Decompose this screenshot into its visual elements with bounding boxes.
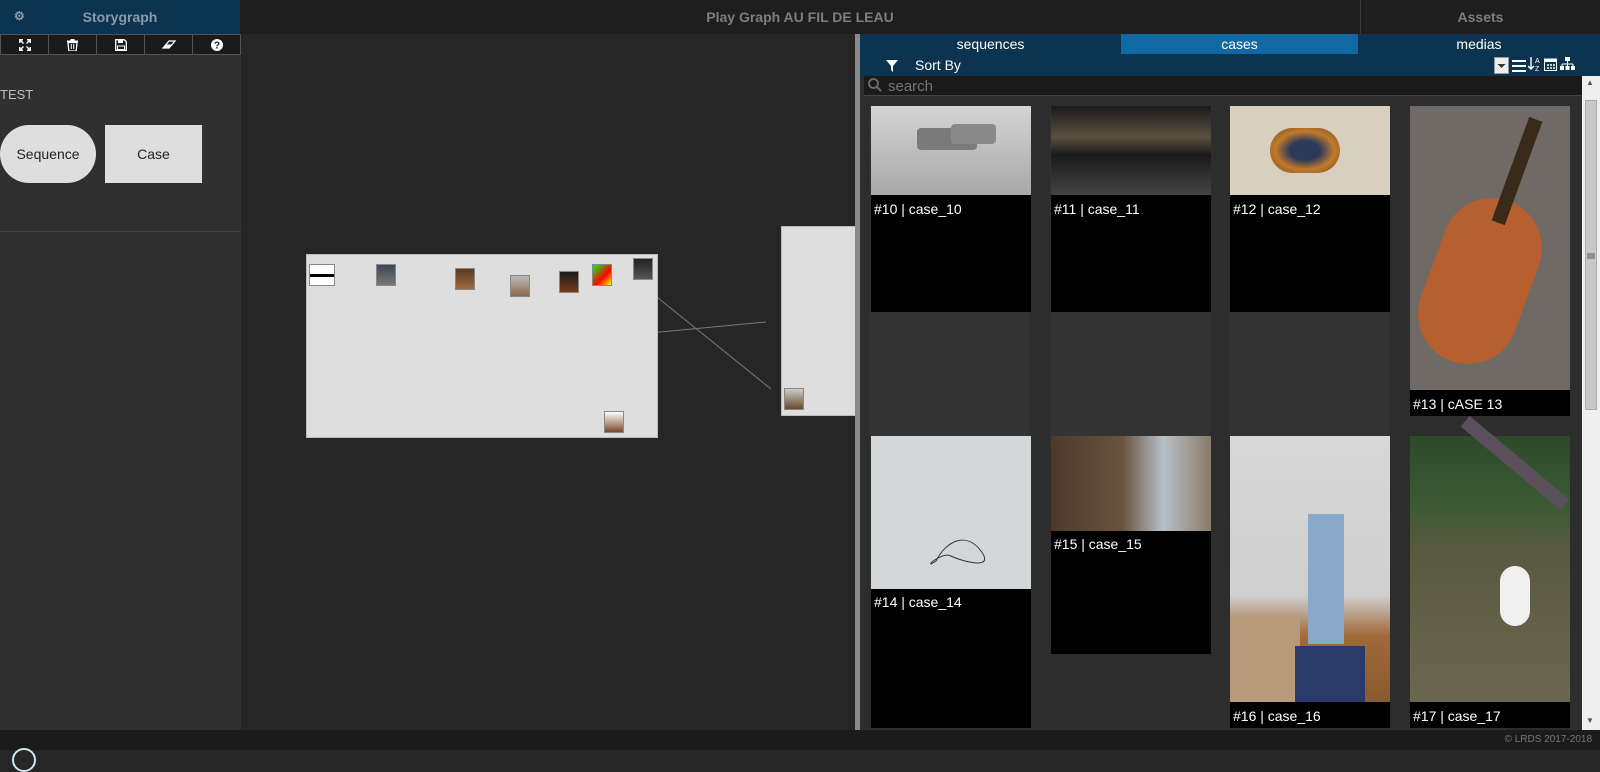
node-thumbnail[interactable]	[455, 268, 475, 290]
storygraph-header: ⚙ Storygraph	[0, 0, 240, 34]
graph-title: Play Graph AU FIL DE LEAU	[706, 9, 894, 25]
node-thumbnail[interactable]	[376, 264, 396, 286]
tab-cases[interactable]: cases	[1121, 34, 1358, 54]
assets-scrollbar[interactable]: ▲ ▼	[1582, 76, 1600, 730]
node-thumbnail[interactable]	[559, 271, 579, 293]
node-thumbnail[interactable]	[604, 411, 624, 433]
case-label: #15 | case_15	[1054, 536, 1142, 552]
footer-logo	[12, 748, 36, 772]
case-label: #13 | cASE 13	[1413, 396, 1503, 412]
node-thumbnail[interactable]	[592, 264, 612, 286]
case-card[interactable]: #17 | case_17	[1410, 415, 1570, 728]
case-thumbnail	[1230, 106, 1390, 195]
assets-panel: sequences cases medias Sort By AZ search…	[860, 34, 1600, 730]
case-thumbnail	[1051, 106, 1211, 195]
sort-by-label: Sort By	[915, 57, 961, 73]
sequence-node[interactable]	[781, 226, 855, 416]
sort-alpha-icon[interactable]: AZ	[1527, 57, 1542, 75]
eraser-icon[interactable]	[145, 34, 193, 55]
top-bar: ⚙ Storygraph Play Graph AU FIL DE LEAU A…	[0, 0, 1600, 34]
graph-name-label: TEST	[0, 87, 34, 102]
case-label: #17 | case_17	[1413, 708, 1501, 724]
footer: © LRDS 2017-2018	[0, 730, 1600, 772]
scroll-up-icon[interactable]: ▲	[1586, 78, 1594, 87]
case-node-button[interactable]: Case	[105, 125, 202, 183]
case-card[interactable]: #12 | case_12	[1230, 106, 1390, 312]
case-label: #12 | case_12	[1233, 201, 1321, 217]
case-label: #11 | case_11	[1054, 201, 1140, 217]
chevron-down-icon	[1497, 64, 1506, 68]
node-thumbnail[interactable]	[309, 264, 335, 286]
trash-icon[interactable]	[49, 34, 97, 55]
sort-bar: Sort By AZ	[860, 54, 1600, 76]
search-input[interactable]	[888, 76, 1578, 96]
node-thumbnail[interactable]	[633, 258, 653, 280]
assets-title: Assets	[1360, 0, 1600, 34]
node-thumbnail[interactable]	[510, 275, 530, 297]
storygraph-toolbar: ?	[0, 34, 241, 55]
storygraph-panel: TEST Sequence Case	[0, 55, 241, 730]
scroll-thumb[interactable]	[1585, 100, 1597, 410]
case-thumbnail	[871, 436, 1031, 589]
search-bar	[864, 76, 1582, 96]
calendar-icon[interactable]	[1544, 57, 1557, 74]
sequence-node-button[interactable]: Sequence	[0, 125, 96, 183]
svg-text:A: A	[1535, 58, 1540, 65]
save-icon[interactable]	[97, 34, 145, 55]
svg-text:Z: Z	[1535, 66, 1540, 72]
graph-canvas[interactable]	[241, 34, 855, 730]
case-thumbnail	[1230, 436, 1390, 702]
case-label: #10 | case_10	[874, 201, 962, 217]
case-thumbnail	[871, 106, 1031, 195]
list-view-icon[interactable]	[1512, 59, 1526, 75]
sort-dropdown[interactable]	[1494, 57, 1509, 74]
divider	[0, 231, 241, 232]
case-label: #16 | case_16	[1233, 708, 1321, 724]
search-icon	[868, 78, 882, 96]
node-thumbnail[interactable]	[784, 388, 804, 410]
case-thumbnail	[1410, 415, 1570, 702]
case-card[interactable]: #13 | cASE 13	[1403, 106, 1570, 416]
help-icon[interactable]: ?	[193, 34, 241, 55]
hierarchy-icon[interactable]	[1560, 57, 1575, 74]
case-card[interactable]: #10 | case_10	[871, 106, 1031, 312]
copyright-text: © LRDS 2017-2018	[1504, 734, 1592, 745]
case-thumbnail	[1051, 436, 1211, 531]
filter-icon[interactable]	[886, 59, 898, 75]
tab-sequences[interactable]: sequences	[860, 34, 1121, 54]
case-card[interactable]: #11 | case_11	[1051, 106, 1211, 312]
scroll-down-icon[interactable]: ▼	[1586, 716, 1594, 725]
fullscreen-icon[interactable]	[0, 34, 49, 55]
sequence-node[interactable]	[306, 254, 658, 438]
case-card[interactable]: #15 | case_15	[1051, 436, 1211, 654]
case-thumbnail	[1403, 106, 1570, 390]
case-label: #14 | case_14	[874, 594, 962, 610]
svg-text:?: ?	[213, 40, 219, 51]
tab-medias[interactable]: medias	[1358, 34, 1600, 54]
storygraph-title: Storygraph	[82, 9, 158, 25]
assets-tabs: sequences cases medias	[860, 34, 1600, 54]
case-card[interactable]: #14 | case_14	[871, 436, 1031, 728]
case-card[interactable]: #16 | case_16	[1230, 436, 1390, 728]
